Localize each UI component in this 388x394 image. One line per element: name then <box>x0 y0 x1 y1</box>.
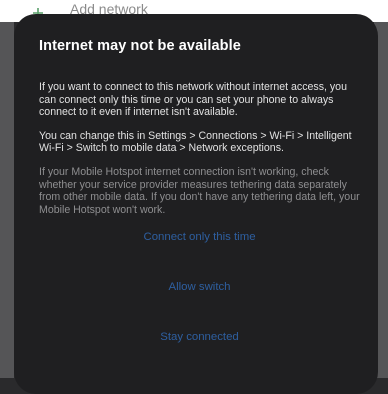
dim-overlay-left <box>0 22 14 378</box>
dialog-paragraph-settings-path: You can change this in Settings > Connec… <box>39 129 352 155</box>
stay-connected-button[interactable]: Stay connected <box>39 330 360 344</box>
dialog-paragraph-connect-info: If you want to connect to this network w… <box>39 81 347 119</box>
dialog-title: Internet may not be available <box>39 38 241 54</box>
connect-only-this-time-button[interactable]: Connect only this time <box>39 230 360 244</box>
dialog-paragraph-hotspot-info: If your Mobile Hotspot internet connecti… <box>39 165 360 216</box>
allow-switch-button[interactable]: Allow switch <box>39 280 360 294</box>
internet-warning-dialog: Internet may not be available If you wan… <box>14 14 378 394</box>
